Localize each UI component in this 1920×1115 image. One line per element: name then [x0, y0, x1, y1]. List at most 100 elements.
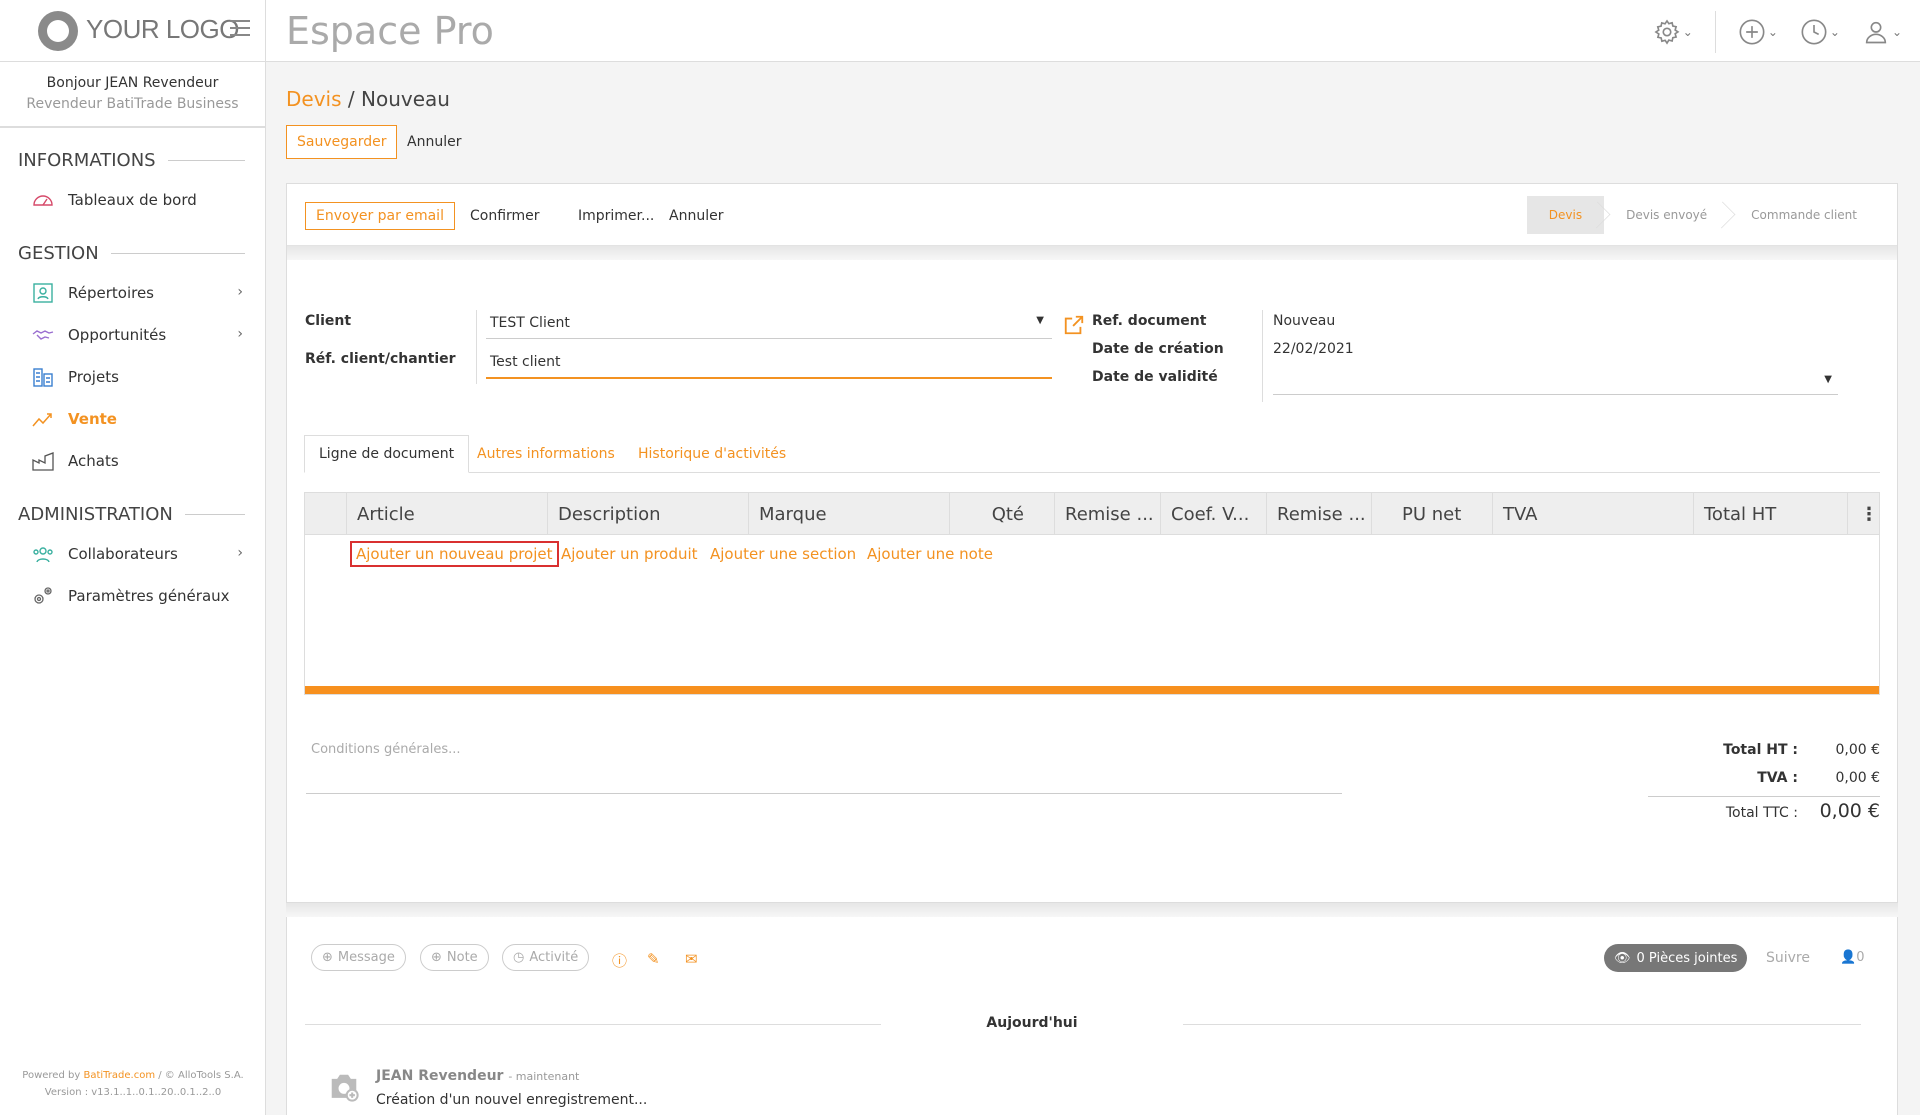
breadcrumb: Devis / Nouveau — [286, 87, 450, 111]
settings-menu[interactable]: ⌄ — [1653, 18, 1693, 46]
directory-icon — [30, 280, 56, 306]
column-options-icon[interactable]: ⋮ — [1848, 493, 1879, 535]
chevron-down-icon: ⌄ — [1891, 25, 1902, 39]
user-greeting: Bonjour JEAN Revendeur Revendeur BatiTra… — [0, 62, 265, 128]
user-icon — [1865, 21, 1887, 44]
column-qte[interactable]: Qté — [950, 493, 1055, 535]
conditions-input[interactable]: Conditions générales... — [311, 742, 461, 757]
tab-ligne-document[interactable]: Ligne de document — [304, 435, 470, 473]
today-divider-right — [1183, 1024, 1861, 1025]
stage-devis[interactable]: Devis — [1526, 196, 1611, 234]
add-product-link[interactable]: Ajouter un produit — [561, 545, 698, 563]
greeting-role: Revendeur BatiTrade Business — [26, 96, 239, 112]
ref-client-underline — [486, 377, 1052, 379]
field-separator — [476, 310, 477, 384]
column-remise-2[interactable]: Remise ... — [1267, 493, 1372, 535]
tab-historique-activites[interactable]: Historique d'activités — [638, 435, 786, 473]
team-icon — [30, 541, 56, 567]
handshake-icon — [30, 322, 56, 348]
sidebar-item-achats[interactable]: Achats — [0, 440, 265, 482]
column-remise-1[interactable]: Remise ... — [1055, 493, 1161, 535]
ref-client-label: Réf. client/chantier — [305, 351, 456, 367]
followers-count[interactable]: 👤0 — [1840, 950, 1864, 965]
add-menu[interactable]: ⌄ — [1738, 18, 1778, 46]
save-button[interactable]: Sauvegarder — [286, 125, 398, 159]
sales-chart-icon — [30, 406, 56, 432]
column-tva[interactable]: TVA — [1493, 493, 1694, 535]
activity-entry-header: JEAN Revendeur - maintenant — [376, 1068, 579, 1084]
powered-brand-link[interactable]: BatiTrade.com — [83, 1070, 155, 1081]
client-label: Client — [305, 313, 352, 329]
sidebar-item-vente[interactable]: Vente — [0, 398, 265, 440]
sidebar-item-projets[interactable]: Projets — [0, 356, 265, 398]
sidebar-item-opportunites[interactable]: Opportunités › — [0, 314, 265, 356]
today-divider-left — [305, 1024, 881, 1025]
column-marque[interactable]: Marque — [749, 493, 950, 535]
plus-icon — [1739, 19, 1765, 45]
table-footer-bar — [305, 686, 1879, 694]
clock-icon — [1801, 19, 1827, 45]
cancel-button[interactable]: Annuler — [397, 125, 471, 159]
breadcrumb-parent[interactable]: Devis — [286, 87, 342, 111]
sidebar-item-tableaux[interactable]: Tableaux de bord — [0, 179, 265, 221]
sidebar-item-label: Achats — [68, 452, 119, 470]
column-article[interactable]: Article — [347, 493, 548, 535]
send-email-button[interactable]: Envoyer par email — [305, 202, 455, 230]
client-select[interactable]: TEST Client ▼ — [490, 315, 1050, 339]
hamburger-menu-icon[interactable] — [230, 20, 250, 38]
note-button[interactable]: ⊕ Note — [420, 944, 489, 971]
gears-icon — [30, 583, 56, 609]
dropdown-caret-icon: ▼ — [1036, 315, 1044, 326]
history-menu[interactable]: ⌄ — [1800, 18, 1840, 46]
confirm-button[interactable]: Confirmer — [460, 202, 550, 230]
tab-autres-informations[interactable]: Autres informations — [477, 435, 615, 473]
app-title: Espace Pro — [286, 9, 494, 53]
add-section-link[interactable]: Ajouter une section — [710, 545, 856, 563]
sidebar-item-collaborateurs[interactable]: Collaborateurs › — [0, 533, 265, 575]
user-menu[interactable]: ⌄ — [1862, 18, 1902, 46]
external-link-icon[interactable] — [1063, 314, 1085, 336]
gear-icon — [1654, 19, 1680, 45]
field-separator — [1262, 310, 1263, 402]
top-bar: YOUR LOGO Espace Pro ⌄ ⌄ ⌄ ⌄ — [0, 0, 1920, 62]
entry-time: - maintenant — [508, 1070, 580, 1083]
total-ttc-label: Total TTC : — [1725, 805, 1798, 821]
ref-client-input[interactable]: Test client — [490, 354, 1050, 376]
entry-author[interactable]: JEAN Revendeur — [376, 1068, 503, 1084]
follow-button[interactable]: Suivre — [1766, 950, 1810, 966]
sidebar-item-label: Paramètres généraux — [68, 587, 230, 605]
column-pu-net[interactable]: PU net — [1372, 493, 1493, 535]
chatter-shadow — [286, 903, 1898, 917]
column-description[interactable]: Description — [548, 493, 749, 535]
sidebar-item-repertoires[interactable]: Répertoires › — [0, 272, 265, 314]
dropdown-caret-icon: ▼ — [1824, 374, 1832, 385]
total-ht-value: 0,00 € — [1835, 742, 1880, 758]
total-ttc-value: 0,00 € — [1819, 800, 1880, 822]
document-toolbar: Envoyer par email Confirmer Imprimer... … — [287, 184, 1897, 246]
cancel-document-button[interactable]: Annuler — [659, 202, 733, 230]
print-button[interactable]: Imprimer... — [568, 202, 664, 230]
attachments-button[interactable]: 👁 0 Pièces jointes — [1604, 944, 1748, 972]
activity-button[interactable]: ◷ Activité — [502, 944, 590, 971]
chevron-right-icon: › — [237, 284, 243, 300]
sidebar: Bonjour JEAN Revendeur Revendeur BatiTra… — [0, 62, 266, 1115]
add-note-link[interactable]: Ajouter une note — [867, 545, 993, 563]
client-value: TEST Client — [490, 315, 570, 331]
stage-devis-envoye[interactable]: Devis envoyé — [1604, 196, 1736, 234]
date-validite-select[interactable]: ▼ — [1273, 370, 1838, 392]
sidebar-item-parametres[interactable]: Paramètres généraux — [0, 575, 265, 617]
attachments-label: 0 Pièces jointes — [1636, 950, 1738, 966]
add-new-project-link[interactable]: Ajouter un nouveau projet — [350, 541, 559, 567]
edit-icon[interactable]: ✎ — [647, 950, 660, 968]
powered-by: Powered by BatiTrade.com / © AlloTools S… — [0, 1067, 266, 1101]
column-total-ht[interactable]: Total HT — [1694, 493, 1848, 535]
plus-circle-icon: ⊕ — [322, 950, 333, 965]
powered-suffix: / © AlloTools S.A. — [158, 1070, 244, 1081]
envelope-icon[interactable]: ✉ — [685, 950, 698, 968]
column-coef-vente[interactable]: Coef. V... — [1161, 493, 1267, 535]
chevron-down-icon: ⌄ — [1767, 25, 1778, 39]
date-creation-value: 22/02/2021 — [1273, 341, 1354, 357]
info-icon[interactable]: ⓘ — [612, 950, 627, 971]
message-button[interactable]: ⊕ Message — [311, 944, 406, 971]
stage-commande-client[interactable]: Commande client — [1729, 196, 1879, 234]
